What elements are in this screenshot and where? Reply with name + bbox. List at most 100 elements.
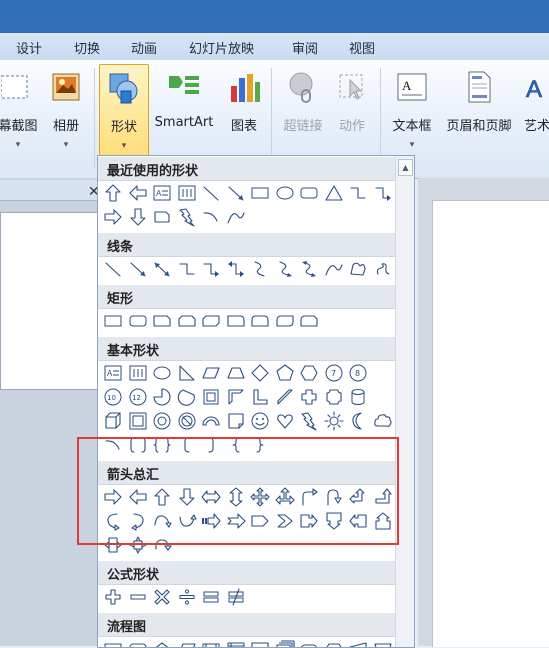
flow-predefined-icon[interactable] xyxy=(201,639,221,647)
math-multiply-icon[interactable] xyxy=(152,587,172,607)
tab-transitions[interactable]: 切换 xyxy=(74,38,100,57)
l-shape-icon[interactable] xyxy=(250,387,270,407)
block-arc-icon[interactable] xyxy=(201,411,221,431)
elbow-double-icon[interactable] xyxy=(226,259,246,279)
textbox-icon[interactable]: A xyxy=(152,183,172,203)
half-frame-icon[interactable] xyxy=(226,387,246,407)
curve-arrow-icon[interactable] xyxy=(275,259,295,279)
math-plus-icon[interactable] xyxy=(103,587,123,607)
arrow-up-icon[interactable] xyxy=(103,183,123,203)
octagon-icon[interactable]: 8 xyxy=(348,363,368,383)
math-not-equal-icon[interactable] xyxy=(226,587,246,607)
flow-data-icon[interactable] xyxy=(177,639,197,647)
gallery-scrollbar[interactable] xyxy=(395,156,414,647)
screenshot-button[interactable]: 幕截图 ▾ xyxy=(0,64,40,174)
curve-icon[interactable] xyxy=(226,207,246,227)
cloud-icon[interactable] xyxy=(373,411,393,431)
snip-diag-icon[interactable] xyxy=(201,311,221,331)
curve-icon[interactable] xyxy=(324,259,344,279)
round-snip-icon[interactable] xyxy=(299,311,319,331)
slide-canvas[interactable] xyxy=(432,200,549,647)
bevel-icon[interactable] xyxy=(128,411,148,431)
freeform-icon[interactable] xyxy=(348,259,368,279)
arrow-left-icon[interactable] xyxy=(128,183,148,203)
flow-multidocument-icon[interactable] xyxy=(275,639,295,647)
triangle-icon[interactable] xyxy=(324,183,344,203)
tab-design[interactable]: 设计 xyxy=(16,38,42,57)
arc-icon[interactable] xyxy=(201,207,221,227)
round-two-icon[interactable] xyxy=(250,311,270,331)
slide-thumbnail[interactable] xyxy=(0,212,98,390)
line-arrow-icon[interactable] xyxy=(128,259,148,279)
hexagon-icon[interactable] xyxy=(299,363,319,383)
sun-icon[interactable] xyxy=(324,411,344,431)
round-corner-icon[interactable] xyxy=(226,311,246,331)
diagonal-stripe-icon[interactable] xyxy=(275,387,295,407)
math-minus-icon[interactable] xyxy=(128,587,148,607)
rounded-rect-icon[interactable] xyxy=(128,311,148,331)
scribble-icon[interactable] xyxy=(373,259,393,279)
rect-icon[interactable] xyxy=(250,183,270,203)
lightning-icon[interactable] xyxy=(299,411,319,431)
elbow-icon[interactable] xyxy=(348,183,368,203)
flow-manual-operation-icon[interactable] xyxy=(373,639,393,647)
flow-preparation-icon[interactable] xyxy=(324,639,344,647)
elbow-arrow-icon[interactable] xyxy=(373,183,393,203)
donut-icon[interactable] xyxy=(152,411,172,431)
lightning-icon[interactable] xyxy=(177,207,197,227)
math-divide-icon[interactable] xyxy=(177,587,197,607)
frame-icon[interactable] xyxy=(201,387,221,407)
folded-corner-icon[interactable] xyxy=(226,411,246,431)
tab-view[interactable]: 视图 xyxy=(349,38,375,57)
tab-animations[interactable]: 动画 xyxy=(131,38,157,57)
flow-internal-storage-icon[interactable] xyxy=(226,639,246,647)
trapezoid-icon[interactable] xyxy=(226,363,246,383)
cross-icon[interactable] xyxy=(299,387,319,407)
no-symbol-icon[interactable] xyxy=(177,411,197,431)
scroll-up-button[interactable]: ▲ xyxy=(398,159,413,176)
heart-icon[interactable] xyxy=(275,411,295,431)
oval-icon[interactable] xyxy=(275,183,295,203)
snip-two-icon[interactable] xyxy=(177,311,197,331)
wordart-button[interactable]: A 艺术 xyxy=(517,64,549,174)
dodecagon-icon[interactable]: 12 xyxy=(128,387,148,407)
heptagon-icon[interactable]: 7 xyxy=(324,363,344,383)
right-triangle-icon[interactable] xyxy=(177,363,197,383)
album-button[interactable]: 相册 ▾ xyxy=(44,64,88,174)
rounded-rect-icon[interactable] xyxy=(299,183,319,203)
rect-icon[interactable] xyxy=(103,311,123,331)
textbox-v-icon[interactable] xyxy=(177,183,197,203)
plaque-icon[interactable] xyxy=(324,387,344,407)
flow-terminator-icon[interactable] xyxy=(299,639,319,647)
arrow-down-icon[interactable] xyxy=(128,207,148,227)
textbox-icon[interactable]: A xyxy=(103,363,123,383)
cube-icon[interactable] xyxy=(103,411,123,431)
snip-corner-icon[interactable] xyxy=(152,311,172,331)
can-icon[interactable] xyxy=(348,387,368,407)
flow-alt-process-icon[interactable] xyxy=(128,639,148,647)
decagon-icon[interactable]: 10 xyxy=(103,387,123,407)
tab-review[interactable]: 审阅 xyxy=(292,38,318,57)
line-icon[interactable] xyxy=(103,259,123,279)
moon-icon[interactable] xyxy=(348,411,368,431)
elbow-icon[interactable] xyxy=(177,259,197,279)
snip-rect-icon[interactable] xyxy=(152,207,172,227)
flow-decision-icon[interactable] xyxy=(152,639,172,647)
elbow-arrow-icon[interactable] xyxy=(201,259,221,279)
parallelogram-icon[interactable] xyxy=(201,363,221,383)
textbox-v-icon[interactable] xyxy=(128,363,148,383)
flow-document-icon[interactable] xyxy=(250,639,270,647)
smiley-icon[interactable] xyxy=(250,411,270,431)
arrow-right-icon[interactable] xyxy=(103,207,123,227)
pie-icon[interactable] xyxy=(152,387,172,407)
curve-connector-icon[interactable] xyxy=(250,259,270,279)
flow-process-icon[interactable] xyxy=(103,639,123,647)
curve-double-icon[interactable] xyxy=(299,259,319,279)
round-diag-icon[interactable] xyxy=(275,311,295,331)
flow-manual-input-icon[interactable] xyxy=(348,639,368,647)
header-footer-button[interactable]: 页眉和页脚 xyxy=(440,64,518,174)
line-double-arrow-icon[interactable] xyxy=(152,259,172,279)
line-icon[interactable] xyxy=(201,183,221,203)
pentagon-icon[interactable] xyxy=(275,363,295,383)
math-equal-icon[interactable] xyxy=(201,587,221,607)
